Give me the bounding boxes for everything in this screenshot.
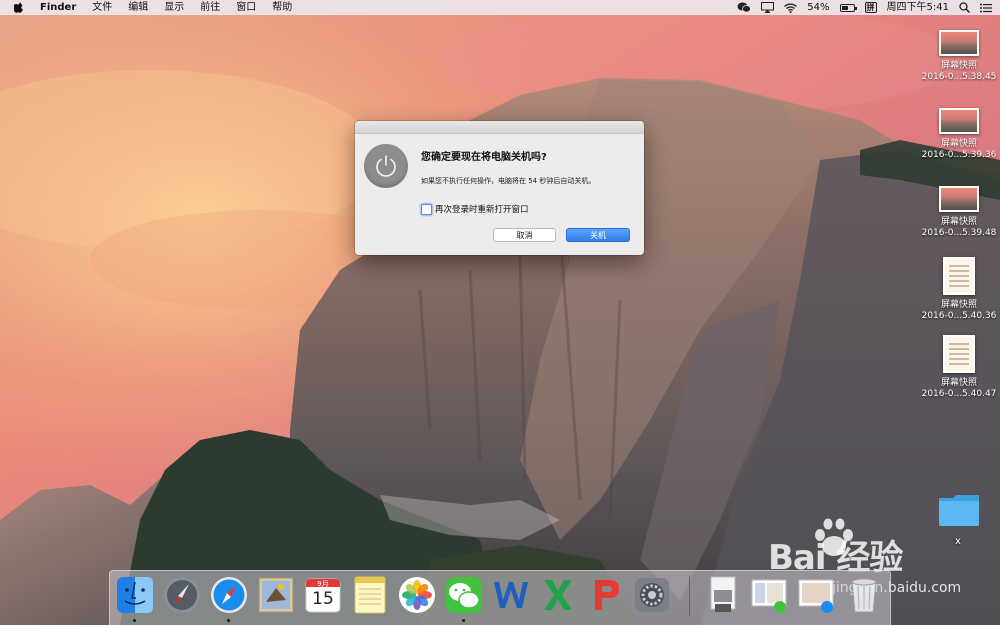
spotlight-icon[interactable] [959,2,970,13]
battery-percent: 54% [807,2,830,13]
wechat-running-indicator [462,619,465,622]
file-name-suffix: 2016-0...5.40.36 [921,311,997,321]
word-icon[interactable] [491,574,531,616]
dialog-message: 如果您不执行任何操作，电脑将在 54 秒钟后自动关机。 [421,177,596,185]
menu-window[interactable]: 窗口 [228,0,264,15]
reopen-windows-option[interactable]: 再次登录时重新打开窗口 [421,203,529,215]
file-name: 屏幕快照 [940,217,977,227]
dialog-title: 您确定要现在将电脑关机吗? [421,152,547,163]
file-name: 屏幕快照 [940,378,977,388]
menu-view[interactable]: 显示 [156,0,192,15]
menu-go[interactable]: 前往 [192,0,228,15]
photos-icon[interactable] [397,574,437,616]
excel-icon[interactable] [538,574,578,616]
reopen-windows-label[interactable]: 再次登录时重新打开窗口 [435,203,529,215]
shutdown-dialog: 您确定要现在将电脑关机吗? 如果您不执行任何操作，电脑将在 54 秒钟后自动关机… [355,121,644,255]
preview-icon[interactable] [703,574,743,616]
file-name: 屏幕快照 [940,61,977,71]
file-name: 屏幕快照 [940,300,977,310]
screenshot-stack-2-icon[interactable] [797,574,837,616]
power-icon [364,144,408,188]
screenshot-stack-icon[interactable] [750,574,790,616]
mail-icon[interactable] [256,574,296,616]
screenshot-thumbnail [939,186,979,212]
screenshot-thumbnail [943,257,975,295]
wechat-status-icon[interactable] [737,2,752,13]
apple-menu-icon[interactable] [0,2,32,13]
battery-icon[interactable] [839,3,857,12]
cancel-button[interactable]: 取消 [493,228,556,242]
menu-bar: Finder 文件 编辑 显示 前往 窗口 帮助 54% 拼 周四下午5:41 [0,0,1000,15]
menu-help[interactable]: 帮助 [264,0,300,15]
file-name-suffix: 2016-0...5.39.36 [921,150,997,160]
notification-center-icon[interactable] [980,3,992,13]
file-name: 屏幕快照 [940,139,977,149]
screenshot-thumbnail [939,30,979,56]
menu-app-finder[interactable]: Finder [32,0,84,15]
finder-running-indicator [133,619,136,622]
menu-file[interactable]: 文件 [84,0,120,15]
desktop-file-screenshot-1[interactable]: 屏幕快照 2016-0...5.38.45 [919,30,999,83]
airplay-icon[interactable] [761,2,775,13]
file-name-suffix: 2016-0...5.40.47 [921,389,997,399]
reopen-windows-checkbox[interactable] [421,203,432,215]
calendar-month: 9月 [317,580,329,588]
dock-separator [689,576,690,616]
menu-clock[interactable]: 周四下午5:41 [887,0,949,15]
screenshot-thumbnail [939,108,979,134]
powerpoint-icon[interactable] [585,574,625,616]
calendar-day: 15 [312,589,334,609]
trash-icon[interactable] [844,574,884,616]
desktop-file-screenshot-2[interactable]: 屏幕快照 2016-0...5.39.36 [919,108,999,161]
shutdown-button[interactable]: 关机 [566,228,630,242]
finder-icon[interactable] [115,574,155,616]
notes-icon[interactable] [350,574,390,616]
menu-edit[interactable]: 编辑 [120,0,156,15]
wechat-icon[interactable] [444,574,484,616]
desktop-file-screenshot-4[interactable]: 屏幕快照 2016-0...5.40.36 [919,257,999,322]
launchpad-icon[interactable] [162,574,202,616]
file-name-suffix: 2016-0...5.38.45 [921,72,997,82]
desktop-file-screenshot-5[interactable]: 屏幕快照 2016-0...5.40.47 [919,335,999,400]
calendar-icon[interactable]: 9月 15 [303,574,343,616]
screenshot-thumbnail [943,335,975,373]
wifi-icon[interactable] [784,3,798,13]
dialog-titlebar[interactable] [355,121,644,134]
system-preferences-icon[interactable] [632,574,672,616]
input-method-icon[interactable]: 拼 [864,2,877,13]
safari-running-indicator [227,619,230,622]
file-name-suffix: 2016-0...5.39.48 [921,228,997,238]
safari-icon[interactable] [209,574,249,616]
desktop-file-screenshot-3[interactable]: 屏幕快照 2016-0...5.39.48 [919,186,999,239]
